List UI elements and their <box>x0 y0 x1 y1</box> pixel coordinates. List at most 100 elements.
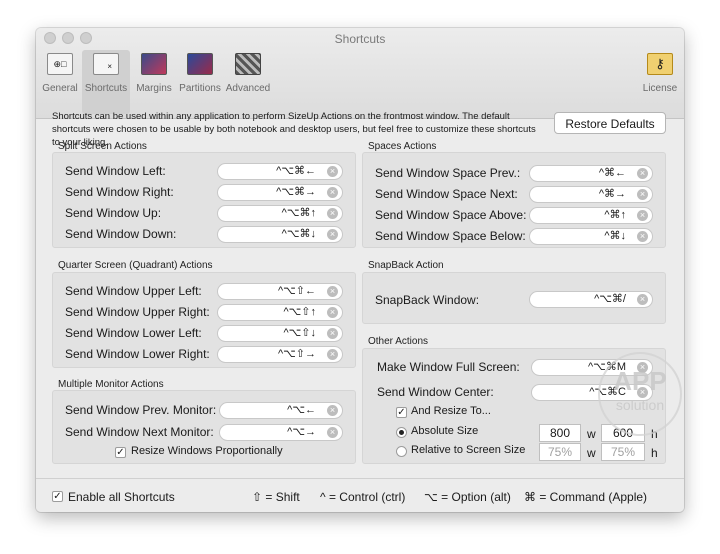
clear-icon[interactable]: × <box>637 189 648 200</box>
toolbar-partitions-label: Partitions <box>179 83 221 94</box>
window-title: Shortcuts <box>334 32 386 46</box>
legend-shift: ⇧ = Shift <box>252 490 300 504</box>
toolbar-shortcuts[interactable]: × Shortcuts <box>82 50 130 114</box>
other-actions-title: Other Actions <box>368 336 429 347</box>
quarter-row-label: Send Window Upper Left: <box>65 284 202 298</box>
enable-all-shortcuts-label: Enable all Shortcuts <box>68 490 175 504</box>
clear-icon[interactable]: × <box>327 286 338 297</box>
toolbar-margins[interactable]: Margins <box>130 50 178 114</box>
relative-width-input[interactable]: 75% <box>539 443 581 461</box>
resize-proportionally-checkbox[interactable]: ✓ <box>115 447 126 458</box>
snapback-title: SnapBack Action <box>368 260 444 271</box>
clear-icon[interactable]: × <box>637 294 648 305</box>
watermark-line2: solution <box>615 397 665 413</box>
clear-icon[interactable]: × <box>327 307 338 318</box>
shortcut-value: ^⌘→ <box>598 188 626 200</box>
watermark-line1: APP <box>613 366 667 396</box>
margins-icon <box>141 53 167 75</box>
shortcut-field[interactable]: ^⌥⌘→ × <box>217 184 343 201</box>
relative-height-input[interactable]: 75% <box>601 443 645 461</box>
toolbar-general[interactable]: ⊕□ General <box>36 50 84 114</box>
shortcut-value: ^⌥→ <box>287 426 316 438</box>
shortcut-field[interactable]: ^⌥⇧↑ × <box>217 304 343 321</box>
shortcut-field[interactable]: ^⌥⇧→ × <box>217 346 343 363</box>
split-screen-title: Split Screen Actions <box>58 141 147 152</box>
split-row-label: Send Window Down: <box>65 227 177 241</box>
shortcut-field[interactable]: ^⌘↑ × <box>529 207 653 224</box>
shortcut-value: ^⌥⌘→ <box>276 186 316 198</box>
monitor-row-label: Send Window Next Monitor: <box>65 425 214 439</box>
split-row-label: Send Window Left: <box>65 164 166 178</box>
toolbar-advanced[interactable]: Advanced <box>224 50 272 114</box>
spaces-row-label: Send Window Space Prev.: <box>375 166 521 180</box>
relative-size-label: Relative to Screen Size <box>411 444 526 456</box>
spaces-actions-title: Spaces Actions <box>368 141 437 152</box>
clear-icon[interactable]: × <box>637 231 648 242</box>
clear-icon[interactable]: × <box>327 328 338 339</box>
clear-icon[interactable]: × <box>327 405 338 416</box>
and-resize-checkbox[interactable]: ✓ <box>396 407 407 418</box>
shortcut-field[interactable]: ^⌥⌘/ × <box>529 291 653 308</box>
general-icon: ⊕□ <box>47 53 73 75</box>
snapback-row-label: SnapBack Window: <box>375 293 480 307</box>
shortcut-field[interactable]: ^⌥→ × <box>219 424 343 441</box>
shortcut-field[interactable]: ^⌥⌘↑ × <box>217 205 343 222</box>
enable-all-shortcuts-checkbox[interactable]: ✓ <box>52 491 63 502</box>
clear-icon[interactable]: × <box>637 168 648 179</box>
shortcut-value: ^⌥⇧← <box>277 285 316 297</box>
clear-icon[interactable]: × <box>327 349 338 360</box>
shortcut-field[interactable]: ^⌥⌘← × <box>217 163 343 180</box>
shortcut-field[interactable]: ^⌥⇧← × <box>217 283 343 300</box>
snapback-group: SnapBack Window: ^⌥⌘/ × <box>362 272 666 324</box>
shortcut-field[interactable]: ^⌘← × <box>529 165 653 182</box>
preferences-window: Shortcuts ⊕□ General × Shortcuts Margins… <box>36 28 684 512</box>
shortcut-value: ^⌥⌘↑ <box>281 207 316 219</box>
toolbar-general-label: General <box>42 83 78 94</box>
resize-proportionally-label: Resize Windows Proportionally <box>131 445 283 457</box>
other-row-label: Make Window Full Screen: <box>377 360 520 374</box>
absolute-size-radio[interactable] <box>396 427 407 438</box>
legend-command: ⌘ = Command (Apple) <box>524 490 648 504</box>
toolbar-advanced-label: Advanced <box>225 83 271 94</box>
quarter-row-label: Send Window Lower Right: <box>65 347 210 361</box>
and-resize-label: And Resize To... <box>411 405 491 417</box>
width-unit-label: w <box>587 427 596 441</box>
spaces-row-label: Send Window Space Next: <box>375 187 518 201</box>
shortcuts-icon: × <box>93 53 119 75</box>
spaces-row-label: Send Window Space Above: <box>375 208 527 222</box>
toolbar-partitions[interactable]: Partitions <box>176 50 224 114</box>
partitions-icon <box>187 53 213 75</box>
absolute-width-input[interactable]: 800 <box>539 424 581 442</box>
toolbar-license-label: License <box>642 83 678 94</box>
clear-icon[interactable]: × <box>327 166 338 177</box>
quarter-screen-group: Send Window Upper Left: ^⌥⇧← × Send Windo… <box>52 272 356 368</box>
clear-icon[interactable]: × <box>327 208 338 219</box>
restore-defaults-button[interactable]: Restore Defaults <box>554 112 666 134</box>
shortcut-value: ^⌥← <box>287 404 316 416</box>
shortcut-field[interactable]: ^⌘→ × <box>529 186 653 203</box>
shortcut-value: ^⌘↑ <box>604 209 626 221</box>
shortcut-value: ^⌥⇧↑ <box>283 306 316 318</box>
clear-icon[interactable]: × <box>327 229 338 240</box>
monitor-actions-group: Send Window Prev. Monitor: ^⌥← × Send Win… <box>52 390 356 464</box>
shortcut-value: ^⌥⇧↓ <box>283 327 316 339</box>
shortcut-field[interactable]: ^⌥← × <box>219 402 343 419</box>
shortcut-value: ^⌥⇧→ <box>277 348 316 360</box>
shortcut-field[interactable]: ^⌘↓ × <box>529 228 653 245</box>
shortcut-value: ^⌥⌘/ <box>594 293 626 305</box>
watermark-logo: APP solution <box>598 352 682 436</box>
advanced-icon <box>235 53 261 75</box>
quarter-row-label: Send Window Lower Left: <box>65 326 202 340</box>
split-row-label: Send Window Right: <box>65 185 174 199</box>
monitor-row-label: Send Window Prev. Monitor: <box>65 403 217 417</box>
shortcut-field[interactable]: ^⌥⇧↓ × <box>217 325 343 342</box>
clear-icon[interactable]: × <box>327 187 338 198</box>
shortcut-field[interactable]: ^⌥⌘↓ × <box>217 226 343 243</box>
relative-size-radio[interactable] <box>396 446 407 457</box>
spaces-actions-group: Send Window Space Prev.: ^⌘← × Send Windo… <box>362 152 666 248</box>
clear-icon[interactable]: × <box>327 427 338 438</box>
width-unit-label: w <box>587 446 596 460</box>
clear-icon[interactable]: × <box>637 210 648 221</box>
toolbar-license[interactable]: ⚷ License <box>636 50 684 114</box>
footer-bar: ✓ Enable all Shortcuts ⇧ = Shift ^ = Con… <box>36 478 684 512</box>
